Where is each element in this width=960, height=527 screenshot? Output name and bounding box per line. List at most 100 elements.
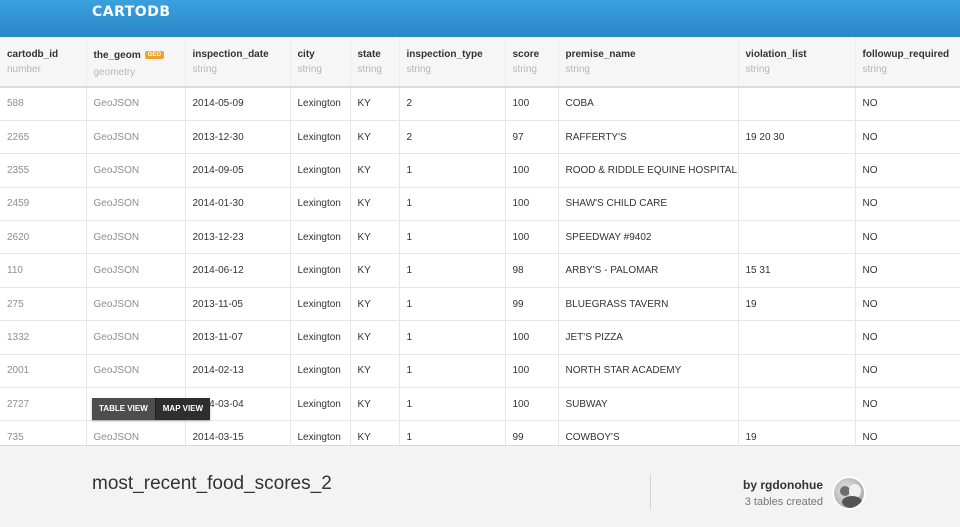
table-cell-state[interactable]: KY [350, 120, 400, 155]
column-header-inspection-type[interactable]: inspection_type string [399, 37, 506, 88]
table-cell-score[interactable]: 100 [505, 320, 559, 355]
table-cell-inspection-type[interactable]: 1 [399, 287, 506, 322]
table-cell-premise-name[interactable]: JET'S PIZZA [558, 320, 739, 355]
column-header-cartodb-id[interactable]: cartodb_id number [0, 37, 87, 88]
table-cell-premise-name[interactable]: RAFFERTY'S [558, 120, 739, 155]
table-cell-the-geom[interactable]: GeoJSON [86, 354, 186, 389]
table-cell-inspection-date[interactable]: 2014-06-12 [185, 253, 291, 288]
table-cell-state[interactable]: KY [350, 153, 400, 188]
table-cell-state[interactable]: KY [350, 253, 400, 288]
table-cell-inspection-type[interactable]: 1 [399, 153, 506, 188]
table-cell-cartodb-id[interactable]: 735 [0, 420, 87, 445]
table-cell-inspection-type[interactable]: 1 [399, 354, 506, 389]
table-cell-inspection-date[interactable]: 2013-11-05 [185, 287, 291, 322]
table-cell-the-geom[interactable]: GeoJSON [86, 287, 186, 322]
table-cell-cartodb-id[interactable]: 588 [0, 87, 87, 121]
table-cell-premise-name[interactable]: NORTH STAR ACADEMY [558, 354, 739, 389]
table-row[interactable]: 2459 GeoJSON 2014-01-30 Lexington KY 1 100 SHAW… [0, 187, 960, 222]
table-cell-cartodb-id[interactable]: 1332 [0, 320, 87, 355]
table-cell-score[interactable]: 100 [505, 387, 559, 422]
column-header-the-geom[interactable]: the_geom GEO geometry [86, 37, 186, 88]
table-cell-followup-required[interactable]: NO [855, 320, 960, 355]
column-header-state[interactable]: state string [350, 37, 400, 88]
table-cell-the-geom[interactable]: GeoJSON [86, 153, 186, 188]
table-cell-the-geom[interactable]: GeoJSON [86, 120, 186, 155]
table-cell-cartodb-id[interactable]: 2727 [0, 387, 87, 422]
table-row[interactable]: 1332 GeoJSON 2013-11-07 Lexington KY 1 100 JET'… [0, 320, 960, 355]
table-cell-violation-list[interactable] [738, 153, 856, 188]
cartodb-logo[interactable]: CARTODB [92, 4, 171, 20]
table-cell-score[interactable]: 98 [505, 253, 559, 288]
table-cell-followup-required[interactable]: NO [855, 354, 960, 389]
table-cell-state[interactable]: KY [350, 387, 400, 422]
table-cell-premise-name[interactable]: COWBOY'S [558, 420, 739, 445]
map-view-button[interactable]: MAP VIEW [154, 398, 211, 420]
table-cell-the-geom[interactable]: GeoJSON [86, 187, 186, 222]
table-cell-the-geom[interactable]: GeoJSON [86, 320, 186, 355]
table-cell-cartodb-id[interactable]: 2001 [0, 354, 87, 389]
table-cell-inspection-date[interactable]: 2014-05-09 [185, 87, 291, 121]
table-cell-violation-list[interactable] [738, 220, 856, 255]
table-cell-inspection-date[interactable]: 2013-12-30 [185, 120, 291, 155]
table-cell-premise-name[interactable]: ARBY'S - PALOMAR [558, 253, 739, 288]
table-cell-cartodb-id[interactable]: 2355 [0, 153, 87, 188]
table-cell-inspection-type[interactable]: 1 [399, 387, 506, 422]
table-cell-inspection-date[interactable]: 2014-09-05 [185, 153, 291, 188]
table-cell-followup-required[interactable]: NO [855, 420, 960, 445]
table-cell-the-geom[interactable]: GeoJSON [86, 253, 186, 288]
table-cell-state[interactable]: KY [350, 420, 400, 445]
table-cell-city[interactable]: Lexington [290, 354, 351, 389]
table-cell-city[interactable]: Lexington [290, 387, 351, 422]
table-cell-inspection-type[interactable]: 1 [399, 320, 506, 355]
table-cell-inspection-type[interactable]: 1 [399, 220, 506, 255]
table-row[interactable]: 588 GeoJSON 2014-05-09 Lexington KY 2 100 COBA N… [0, 87, 960, 121]
table-cell-cartodb-id[interactable]: 110 [0, 253, 87, 288]
table-cell-violation-list[interactable] [738, 387, 856, 422]
table-cell-city[interactable]: Lexington [290, 120, 351, 155]
table-cell-followup-required[interactable]: NO [855, 287, 960, 322]
table-cell-score[interactable]: 100 [505, 220, 559, 255]
table-row[interactable]: 2001 GeoJSON 2014-02-13 Lexington KY 1 100 NORT… [0, 354, 960, 389]
table-cell-score[interactable]: 97 [505, 120, 559, 155]
table-cell-inspection-type[interactable]: 2 [399, 120, 506, 155]
table-cell-followup-required[interactable]: NO [855, 387, 960, 422]
table-cell-premise-name[interactable]: SHAW'S CHILD CARE [558, 187, 739, 222]
table-cell-cartodb-id[interactable]: 2620 [0, 220, 87, 255]
table-cell-state[interactable]: KY [350, 220, 400, 255]
table-row[interactable]: 2620 GeoJSON 2013-12-23 Lexington KY 1 100 SPEE… [0, 220, 960, 255]
table-cell-premise-name[interactable]: BLUEGRASS TAVERN [558, 287, 739, 322]
table-row[interactable]: 2355 GeoJSON 2014-09-05 Lexington KY 1 100 ROOD… [0, 153, 960, 188]
table-cell-city[interactable]: Lexington [290, 253, 351, 288]
table-cell-inspection-date[interactable]: 2014-02-13 [185, 354, 291, 389]
table-cell-inspection-date[interactable]: 2013-12-23 [185, 220, 291, 255]
column-header-city[interactable]: city string [290, 37, 351, 88]
table-cell-inspection-type[interactable]: 1 [399, 187, 506, 222]
table-cell-violation-list[interactable] [738, 87, 856, 121]
table-cell-score[interactable]: 100 [505, 153, 559, 188]
table-cell-state[interactable]: KY [350, 287, 400, 322]
table-cell-score[interactable]: 100 [505, 187, 559, 222]
table-row[interactable]: 275 GeoJSON 2013-11-05 Lexington KY 1 99 BLUEGR… [0, 287, 960, 322]
table-cell-cartodb-id[interactable]: 2265 [0, 120, 87, 155]
table-cell-state[interactable]: KY [350, 87, 400, 121]
table-cell-violation-list[interactable] [738, 320, 856, 355]
avatar[interactable] [832, 476, 866, 510]
table-cell-the-geom[interactable]: GeoJSON [86, 87, 186, 121]
table-cell-city[interactable]: Lexington [290, 87, 351, 121]
column-header-inspection-date[interactable]: inspection_date string [185, 37, 291, 88]
table-cell-the-geom[interactable]: GeoJSON [86, 220, 186, 255]
table-cell-premise-name[interactable]: COBA [558, 87, 739, 121]
table-cell-violation-list[interactable]: 19 [738, 420, 856, 445]
table-cell-state[interactable]: KY [350, 320, 400, 355]
table-cell-city[interactable]: Lexington [290, 187, 351, 222]
table-cell-cartodb-id[interactable]: 2459 [0, 187, 87, 222]
table-cell-premise-name[interactable]: SUBWAY [558, 387, 739, 422]
table-cell-followup-required[interactable]: NO [855, 87, 960, 121]
table-cell-state[interactable]: KY [350, 354, 400, 389]
table-cell-premise-name[interactable]: SPEEDWAY #9402 [558, 220, 739, 255]
table-cell-inspection-type[interactable]: 1 [399, 420, 506, 445]
table-cell-cartodb-id[interactable]: 275 [0, 287, 87, 322]
table-cell-followup-required[interactable]: NO [855, 120, 960, 155]
table-cell-inspection-date[interactable]: 2014-03-15 [185, 420, 291, 445]
table-cell-score[interactable]: 100 [505, 87, 559, 121]
